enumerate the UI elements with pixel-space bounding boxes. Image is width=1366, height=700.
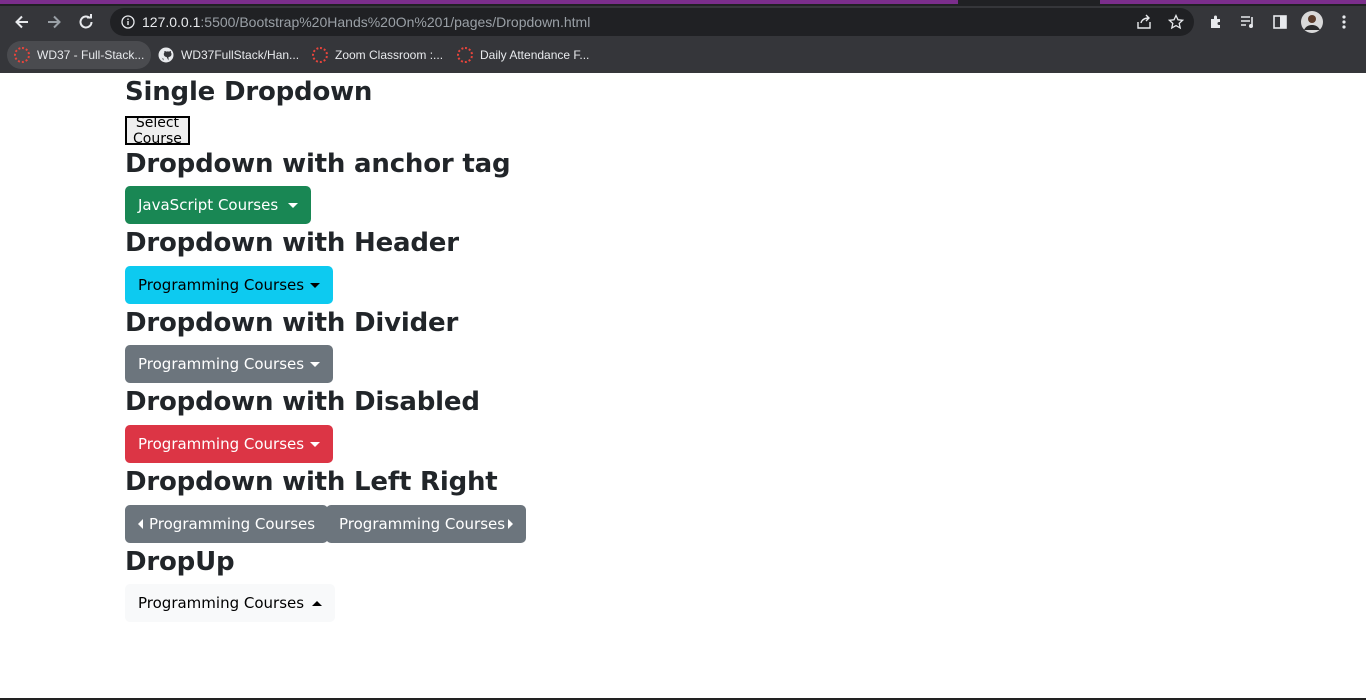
arrow-left-icon	[15, 15, 28, 29]
programming-courses-divider-dropdown[interactable]: Programming Courses	[125, 345, 334, 383]
address-bar[interactable]: 127.0.0.1:5500/Bootstrap%20Hands%20On%20…	[110, 8, 1194, 36]
bookmark-label: Zoom Classroom :...	[335, 48, 444, 62]
programming-courses-header-dropdown[interactable]: Programming Courses	[125, 266, 334, 304]
active-tab-accent	[0, 0, 958, 4]
forward-button[interactable]	[42, 10, 66, 34]
dropdown-label: Programming Courses	[339, 515, 506, 533]
bookmark-item[interactable]: WD37 - Full-Stack...	[7, 41, 152, 69]
dropstart-button[interactable]: Programming Courses	[125, 505, 329, 543]
arrow-right-icon	[48, 15, 61, 29]
extensions-icon[interactable]	[1204, 10, 1228, 34]
heading-dropup: DropUp	[125, 547, 235, 577]
tab-accent	[1100, 0, 1366, 4]
bookmark-label: WD37FullStack/Han...	[181, 48, 300, 62]
bookmark-item[interactable]: WD37FullStack/Han...	[151, 41, 306, 69]
profile-avatar[interactable]	[1300, 10, 1324, 34]
reload-button[interactable]	[74, 10, 98, 34]
dropdown-label: Programming Courses	[138, 276, 305, 294]
share-icon[interactable]	[1134, 12, 1154, 32]
heading-divider-dropdown: Dropdown with Divider	[125, 308, 459, 338]
dropdown-label: Programming Courses	[149, 515, 316, 533]
url-path: :5500/Bootstrap%20Hands%20On%201/pages/D…	[200, 14, 591, 30]
page-content: Single Dropdown Select Course Dropdown w…	[0, 73, 1366, 700]
heading-disabled-dropdown: Dropdown with Disabled	[125, 387, 480, 417]
loading-ring-icon	[312, 47, 328, 63]
dropup-button[interactable]: Programming Courses	[125, 584, 336, 622]
heading-anchor-dropdown: Dropdown with anchor tag	[125, 149, 511, 179]
loading-ring-icon	[14, 47, 30, 63]
dropend-button[interactable]: Programming Courses	[326, 505, 527, 543]
caret-up-icon	[312, 600, 323, 606]
bookmark-label: WD37 - Full-Stack...	[37, 48, 145, 62]
caret-down-icon	[310, 441, 321, 447]
github-icon	[158, 47, 174, 63]
back-button[interactable]	[10, 10, 34, 34]
url-host: 127.0.0.1	[142, 14, 201, 30]
site-info-icon[interactable]	[118, 12, 138, 32]
caret-left-icon	[138, 519, 143, 529]
bookmark-item[interactable]: Zoom Classroom :...	[305, 41, 450, 69]
caret-down-icon	[288, 202, 299, 208]
media-playlist-icon[interactable]	[1236, 10, 1260, 34]
dropdown-label: Programming Courses	[138, 594, 305, 612]
javascript-courses-dropdown[interactable]: JavaScript Courses	[125, 186, 312, 224]
caret-down-icon	[310, 361, 321, 367]
caret-down-icon	[310, 282, 321, 288]
dropdown-label: Programming Courses	[138, 355, 305, 373]
url-text[interactable]: 127.0.0.1:5500/Bootstrap%20Hands%20On%20…	[142, 14, 590, 30]
programming-courses-disabled-dropdown[interactable]: Programming Courses	[125, 425, 334, 463]
browser-toolbar: 127.0.0.1:5500/Bootstrap%20Hands%20On%20…	[0, 6, 1366, 38]
loading-ring-icon	[457, 47, 473, 63]
menu-kebab-icon[interactable]	[1332, 10, 1356, 34]
heading-single-dropdown: Single Dropdown	[125, 77, 373, 107]
heading-leftright-dropdown: Dropdown with Left Right	[125, 467, 498, 497]
bookmarks-bar: WD37 - Full-Stack... WD37FullStack/Han..…	[0, 38, 1366, 73]
side-panel-icon[interactable]	[1268, 10, 1292, 34]
reload-icon	[79, 14, 93, 29]
dropdown-label: Programming Courses	[138, 435, 305, 453]
caret-right-icon	[508, 519, 514, 529]
bookmark-item[interactable]: Daily Attendance F...	[450, 41, 596, 69]
bookmark-label: Daily Attendance F...	[480, 48, 590, 62]
select-course-button[interactable]: Select Course	[125, 115, 190, 147]
bookmark-star-icon[interactable]	[1166, 12, 1186, 32]
dropdown-label: JavaScript Courses	[138, 196, 279, 214]
heading-header-dropdown: Dropdown with Header	[125, 228, 459, 258]
